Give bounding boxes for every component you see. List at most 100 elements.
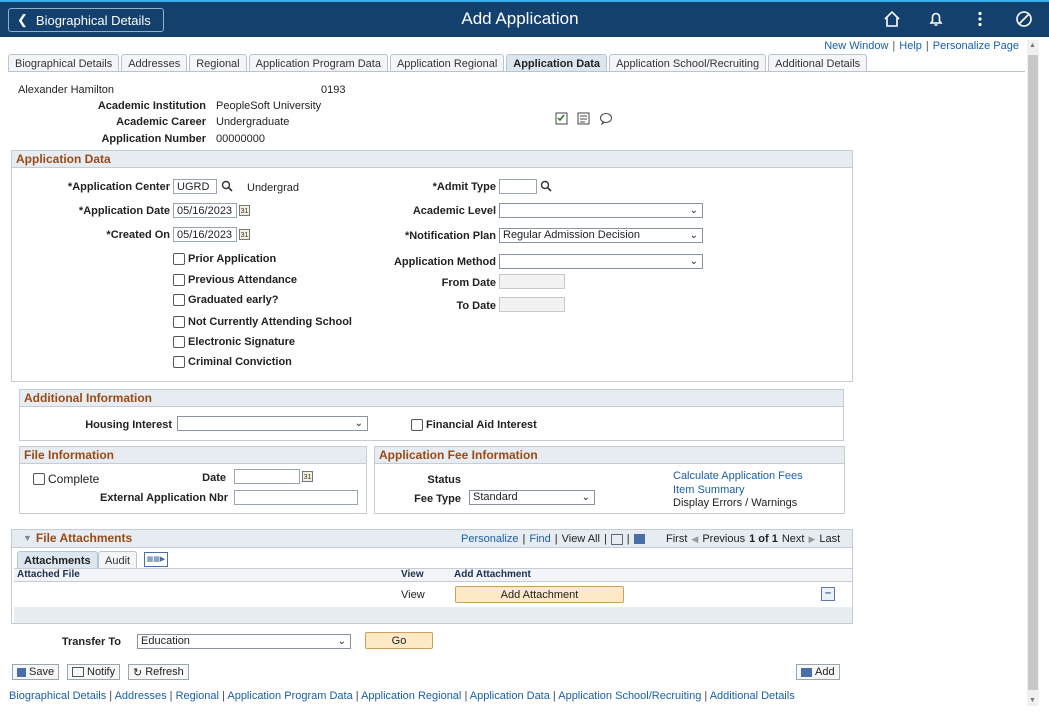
- tab-regional[interactable]: Regional: [189, 54, 247, 72]
- add-button[interactable]: Add: [796, 664, 840, 680]
- created-on-input[interactable]: 05/16/2023: [173, 227, 237, 242]
- tab-application-program-data[interactable]: Application Program Data: [248, 54, 388, 72]
- academic-level-select[interactable]: ⌄: [499, 203, 703, 218]
- bell-icon[interactable]: [925, 8, 947, 30]
- view-link[interactable]: View: [401, 589, 425, 601]
- external-app-nbr-input[interactable]: [234, 490, 358, 505]
- delete-row-icon[interactable]: –: [821, 587, 835, 601]
- to-date-input: [499, 297, 565, 312]
- admit-type-input[interactable]: [499, 179, 537, 194]
- calculate-fees-link[interactable]: Calculate Application Fees: [673, 470, 803, 482]
- item-summary-link[interactable]: Item Summary: [673, 484, 745, 496]
- footer-link-regional[interactable]: Regional: [176, 690, 219, 702]
- notify-icon: [72, 667, 84, 677]
- next-link[interactable]: Next: [782, 533, 805, 545]
- file-attachments-title[interactable]: ▼ File Attachments: [23, 531, 132, 545]
- add-icon: [801, 667, 812, 677]
- vertical-scrollbar[interactable]: ▲ ▼: [1027, 40, 1039, 706]
- last-link[interactable]: Last: [819, 533, 840, 545]
- personalize-page-link[interactable]: Personalize Page: [933, 40, 1019, 52]
- student-id: 0193: [321, 84, 346, 96]
- refresh-button[interactable]: ↻ Refresh: [128, 664, 189, 680]
- tab-additional-details[interactable]: Additional Details: [768, 54, 868, 72]
- tab-attachments[interactable]: Attachments: [17, 551, 98, 569]
- career-value: Undergraduate: [216, 116, 290, 128]
- institution-value: PeopleSoft University: [216, 100, 322, 112]
- back-button[interactable]: ❮ Biographical Details: [8, 8, 164, 32]
- footer-link-program-data[interactable]: Application Program Data: [227, 690, 352, 702]
- footer-link-school-recruiting[interactable]: Application School/Recruiting: [558, 690, 701, 702]
- home-icon[interactable]: [881, 8, 903, 30]
- show-all-columns-icon[interactable]: ▦▦▶: [144, 552, 168, 567]
- footer-link-additional-details[interactable]: Additional Details: [710, 690, 795, 702]
- tab-application-school-recruiting[interactable]: Application School/Recruiting: [609, 54, 767, 72]
- scroll-down-icon[interactable]: ▼: [1029, 697, 1036, 704]
- help-link[interactable]: Help: [899, 40, 922, 52]
- complete-checkbox[interactable]: Complete: [33, 472, 99, 486]
- admit-type-label: *Admit Type: [432, 181, 496, 193]
- save-button[interactable]: Save: [12, 664, 60, 680]
- prior-application-checkbox[interactable]: Prior Application: [173, 253, 276, 265]
- more-actions-icon[interactable]: [969, 8, 991, 30]
- scroll-up-icon[interactable]: ▲: [1029, 42, 1036, 49]
- criminal-conviction-checkbox[interactable]: Criminal Conviction: [173, 356, 292, 368]
- search-icon[interactable]: [540, 180, 552, 192]
- personalize-link[interactable]: Personalize: [461, 533, 518, 545]
- first-link[interactable]: First: [666, 533, 687, 545]
- application-center-input[interactable]: UGRD: [173, 179, 217, 194]
- calendar-icon[interactable]: 31: [239, 205, 250, 216]
- financial-aid-checkbox[interactable]: Financial Aid Interest: [411, 419, 537, 431]
- notification-plan-select[interactable]: Regular Admission Decision ⌄: [499, 228, 703, 243]
- comments-icon[interactable]: [599, 112, 613, 125]
- download-excel-icon[interactable]: [633, 534, 645, 544]
- top-banner: ❮ Biographical Details Add Application: [0, 0, 1049, 37]
- notify-button[interactable]: Notify: [67, 664, 121, 680]
- previous-arrow-icon[interactable]: ◀: [691, 534, 698, 545]
- checklist-icon[interactable]: [555, 112, 569, 125]
- housing-interest-select[interactable]: ⌄: [177, 416, 368, 431]
- tab-addresses[interactable]: Addresses: [121, 54, 188, 72]
- calendar-icon[interactable]: 31: [239, 229, 250, 240]
- fee-info-title: Application Fee Information: [375, 447, 844, 464]
- find-link[interactable]: Find: [529, 533, 550, 545]
- application-center-desc: Undergrad: [247, 182, 299, 194]
- application-data-title: Application Data: [12, 151, 852, 168]
- new-window-link[interactable]: New Window: [824, 40, 888, 52]
- not-attending-checkbox[interactable]: Not Currently Attending School: [173, 316, 352, 328]
- fee-type-select[interactable]: Standard ⌄: [469, 490, 595, 505]
- add-attachment-button[interactable]: Add Attachment: [455, 586, 624, 603]
- application-date-input[interactable]: 05/16/2023: [173, 203, 237, 218]
- file-date-input[interactable]: [234, 469, 300, 484]
- next-arrow-icon[interactable]: ▶: [808, 534, 815, 545]
- footer-link-addresses[interactable]: Addresses: [115, 690, 167, 702]
- back-button-label: Biographical Details: [35, 12, 151, 28]
- transfer-to-select[interactable]: Education ⌄: [137, 634, 351, 649]
- tab-audit[interactable]: Audit: [98, 551, 138, 569]
- zoom-grid-icon[interactable]: [610, 534, 623, 545]
- footer-link-biographical[interactable]: Biographical Details: [9, 690, 106, 702]
- navbar-icon[interactable]: [1013, 8, 1035, 30]
- application-number-value: 00000000: [216, 133, 265, 145]
- tab-application-data[interactable]: Application Data: [506, 54, 608, 72]
- go-button[interactable]: Go: [365, 632, 433, 649]
- chevron-left-icon: ❮: [17, 12, 28, 27]
- electronic-signature-checkbox[interactable]: Electronic Signature: [173, 336, 295, 348]
- view-all-link[interactable]: View All: [562, 533, 600, 545]
- display-errors-text: Display Errors / Warnings: [673, 497, 798, 509]
- footer-link-app-regional[interactable]: Application Regional: [361, 690, 461, 702]
- tab-application-regional[interactable]: Application Regional: [389, 54, 505, 72]
- search-icon[interactable]: [221, 180, 233, 192]
- calendar-icon[interactable]: 31: [302, 471, 313, 482]
- from-date-input: [499, 274, 565, 289]
- graduated-early-checkbox[interactable]: Graduated early?: [173, 294, 278, 306]
- previous-attendance-checkbox[interactable]: Previous Attendance: [173, 274, 297, 286]
- notepad-icon[interactable]: [577, 112, 591, 125]
- footer-link-app-data[interactable]: Application Data: [470, 690, 550, 702]
- application-method-select[interactable]: ⌄: [499, 254, 703, 269]
- housing-interest-label: Housing Interest: [85, 419, 172, 431]
- page-title: Add Application: [461, 9, 579, 28]
- previous-link[interactable]: Previous: [702, 533, 745, 545]
- scroll-thumb[interactable]: [1028, 55, 1038, 690]
- page-tabs: Biographical Details Addresses Regional …: [8, 54, 868, 72]
- tab-biographical-details[interactable]: Biographical Details: [8, 54, 120, 72]
